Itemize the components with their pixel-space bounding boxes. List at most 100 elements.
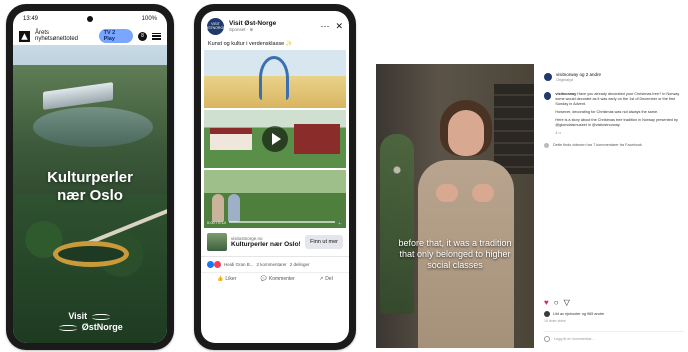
comment-count[interactable]: 2 kommentarer: [257, 262, 287, 267]
ad-headline: Kulturperler nær Oslo: [13, 169, 167, 205]
tv-play-button[interactable]: TV 2 Play: [98, 29, 134, 43]
likes-row[interactable]: Likt av ejshooter og 965 andre: [544, 311, 684, 317]
author-name[interactable]: visitnorway og 2 andre: [556, 72, 601, 78]
like-button[interactable]: 👍 Liker: [217, 276, 236, 282]
subtitle-line: social classes: [427, 260, 483, 270]
facebook-icon: [544, 142, 549, 148]
comment-button[interactable]: 💬 Kommenter: [261, 276, 295, 282]
comment-icon[interactable]: ○: [554, 298, 559, 307]
page-name[interactable]: Visit Øst-Norge: [229, 20, 276, 27]
share-button[interactable]: ↗ Del: [319, 276, 333, 282]
battery-status: 100%: [141, 16, 157, 22]
link-thumbnail: [207, 233, 227, 251]
reel-video[interactable]: before that, it was a tradition that onl…: [376, 64, 534, 348]
post-footer: ♥ ○ ▽ Likt av ejshooter og 965 andre 16 …: [540, 298, 688, 342]
caption-comment: visitnorway Have you already decorated y…: [540, 86, 688, 139]
volume-icon[interactable]: 🔈: [338, 220, 343, 225]
ad-hero-image[interactable]: Kulturperler nær Oslo Visit ØstNorge: [13, 45, 167, 343]
wave-icon: [91, 313, 110, 320]
close-icon[interactable]: ✕: [335, 21, 343, 32]
user-circle-button[interactable]: 8: [138, 31, 148, 41]
post-actions: 👍 Liker 💬 Kommenter ↗ Del: [201, 272, 349, 285]
menu-icon[interactable]: [152, 32, 161, 40]
facebook-comments-link[interactable]: Dette finds videoen har 7 kommentarer fr…: [540, 139, 688, 152]
share-icon[interactable]: ▽: [564, 298, 570, 307]
camera-icon: [86, 16, 93, 22]
post-author: visitnorway og 2 andre Originalyd: [540, 64, 688, 86]
sculpture: [259, 56, 289, 100]
comment-time: 4 u: [555, 130, 561, 135]
headline-line-2: nær Oslo: [57, 187, 123, 204]
author-avatar[interactable]: [544, 91, 552, 100]
love-reaction-icon: [214, 261, 221, 268]
hand: [472, 184, 494, 202]
video-time: 0:00 / 0:14: [207, 219, 226, 225]
more-options-icon[interactable]: ⋯: [320, 21, 329, 32]
play-icon[interactable]: [262, 126, 288, 152]
subtitle-line: before that, it was a tradition: [398, 238, 512, 248]
comment-text-3: Here is a story about the Christmas tree…: [555, 117, 678, 127]
likes-text: Likt av ejshooter og 965 andre: [553, 312, 605, 316]
news-logo-icon[interactable]: [19, 30, 30, 42]
add-comment-field[interactable]: Legg til en kommentar...: [544, 331, 684, 342]
presenter: [418, 100, 514, 348]
hand: [436, 184, 458, 202]
share-label: Del: [325, 276, 333, 282]
video-controls[interactable]: 0:00 / 0:14 🔈: [207, 218, 343, 226]
post-sidebar: visitnorway og 2 andre Originalyd visitn…: [540, 64, 688, 348]
video-progress[interactable]: [228, 221, 336, 223]
post-media-collage[interactable]: 0:00 / 0:14 🔈: [204, 50, 346, 228]
thumbs-up-icon: 👍: [217, 276, 224, 282]
news-app-bar: Årets nyhetsønettoted TV 2 Play 8: [13, 27, 167, 45]
post-date: 16 timer siden: [544, 319, 566, 323]
reactors: Heidi Gran B...: [224, 262, 254, 267]
red-barn: [294, 124, 340, 154]
reaction-stats[interactable]: Heidi Gran B... 2 kommentarer 2 delinger: [201, 257, 349, 272]
emoji-icon[interactable]: [544, 336, 550, 342]
action-icons: ♥ ○ ▽: [544, 298, 684, 307]
phone-screen: 13:49 100% Årets nyhetsønettoted TV 2 Pl…: [13, 11, 167, 343]
farm-video: [204, 110, 346, 168]
ad-showcase: 13:49 100% Årets nyhetsønettoted TV 2 Pl…: [0, 0, 688, 352]
post-text: Kunst og kultur i verdensklasse ✨: [208, 41, 293, 47]
share-count[interactable]: 2 delinger: [290, 262, 310, 267]
status-bar: 13:49 100%: [13, 11, 167, 27]
facebook-comments-text: Dette finds videoen har 7 kommentarer fr…: [553, 143, 642, 147]
liker-avatar: [544, 311, 550, 317]
headline-line-1: Kulturperler: [47, 169, 133, 186]
nav-label[interactable]: Årets nyhetsønettoted: [35, 30, 94, 42]
page-avatar[interactable]: VISIT ØSTNORGE: [205, 17, 226, 35]
like-reaction-icon: [207, 261, 214, 268]
face: [448, 110, 484, 156]
learn-more-button[interactable]: Finn ut mer: [305, 235, 343, 249]
like-label: Liker: [225, 276, 237, 282]
video-subtitle: before that, it was a tradition that onl…: [380, 238, 530, 271]
phone-news-ad: 13:49 100% Årets nyhetsønettoted TV 2 Pl…: [6, 4, 174, 350]
brand-logo: Visit ØstNorge: [13, 311, 167, 333]
author-avatar[interactable]: [544, 72, 552, 81]
post-header: VISIT ØSTNORGE Visit Øst-Norge Sponset ·…: [201, 11, 349, 41]
comment-icon: 💬: [260, 276, 267, 282]
heart-icon[interactable]: ♥: [544, 298, 549, 307]
phone-facebook-ad: VISIT ØSTNORGE Visit Øst-Norge Sponset ·…: [194, 4, 356, 350]
comment-user[interactable]: visitnorway: [555, 92, 576, 96]
instagram-post: before that, it was a tradition that onl…: [376, 64, 688, 348]
link-title: Kulturperler nær Oslo!: [231, 240, 301, 248]
river: [33, 107, 153, 147]
audio-label[interactable]: Originalyd: [556, 78, 601, 82]
sculpture-photo: [204, 50, 346, 108]
sponsored-label: Sponset · ⊕: [229, 26, 254, 32]
phone-screen: VISIT ØSTNORGE Visit Øst-Norge Sponset ·…: [201, 11, 349, 343]
visitors-photo: 0:00 / 0:14 🔈: [204, 170, 346, 228]
brand-word-ostnorge: ØstNorge: [81, 322, 123, 332]
comment-label: Kommenter: [268, 276, 295, 282]
wave-icon: [59, 324, 78, 331]
white-house: [210, 128, 252, 150]
link-preview[interactable]: visitostnorge.no Kulturperler nær Oslo! …: [201, 228, 349, 257]
add-comment-placeholder[interactable]: Legg til en kommentar...: [554, 337, 595, 341]
status-time: 13:49: [23, 16, 39, 22]
brand-word-visit: Visit: [68, 311, 88, 321]
ring-building: [53, 241, 129, 267]
christmas-tree: [380, 134, 414, 314]
subtitle-line: that only belonged to higher: [399, 249, 511, 259]
